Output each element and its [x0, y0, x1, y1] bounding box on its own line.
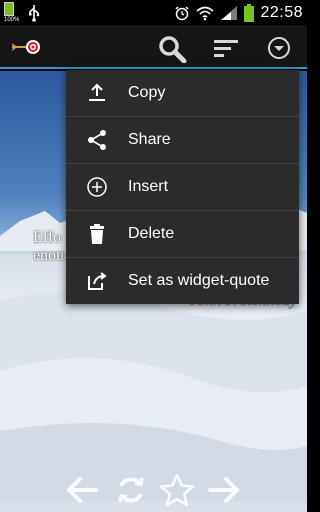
- menu-item-delete[interactable]: Delete: [66, 211, 299, 257]
- widget-export-icon: [88, 272, 107, 290]
- upload-icon: [89, 83, 105, 101]
- menu-item-insert[interactable]: Insert: [66, 164, 299, 210]
- battery-icon: [244, 3, 255, 22]
- menu-item-copy[interactable]: Copy: [66, 70, 299, 116]
- menu-item-label: Set as widget-quote: [128, 272, 270, 289]
- refresh-icon[interactable]: [113, 472, 149, 508]
- battery-percent-label: 100%: [4, 17, 20, 23]
- search-icon[interactable]: [158, 35, 188, 63]
- sort-icon[interactable]: [212, 38, 240, 58]
- signal-icon: [221, 5, 238, 20]
- share-icon: [88, 130, 106, 150]
- menu-item-label: Copy: [128, 84, 166, 101]
- popup-menu: Copy Share Insert Delete Set as widget-q…: [66, 70, 299, 304]
- favorite-star-icon[interactable]: [158, 472, 196, 508]
- add-circle-icon: [87, 177, 107, 197]
- clock: 22:58: [260, 3, 303, 21]
- trash-icon: [90, 224, 104, 244]
- small-battery-indicator: 100%: [4, 2, 19, 23]
- alarm-icon: [175, 5, 189, 20]
- menu-item-label: Insert: [128, 178, 169, 195]
- previous-arrow-icon[interactable]: [64, 472, 100, 508]
- menu-item-share[interactable]: Share: [66, 117, 299, 163]
- wifi-icon: [196, 6, 214, 20]
- menu-item-label: Share: [128, 131, 171, 148]
- battery-cell-icon: [4, 2, 14, 16]
- bottom-nav: [0, 470, 307, 512]
- action-bar: [0, 25, 307, 69]
- app-logo-icon[interactable]: [12, 37, 42, 57]
- usb-icon: [29, 4, 40, 22]
- menu-item-set-widget-quote[interactable]: Set as widget-quote: [66, 258, 299, 304]
- menu-item-label: Delete: [128, 225, 175, 242]
- next-arrow-icon[interactable]: [206, 472, 242, 508]
- overflow-menu-icon[interactable]: [267, 36, 291, 60]
- status-bar: 100% 22:58: [0, 0, 307, 25]
